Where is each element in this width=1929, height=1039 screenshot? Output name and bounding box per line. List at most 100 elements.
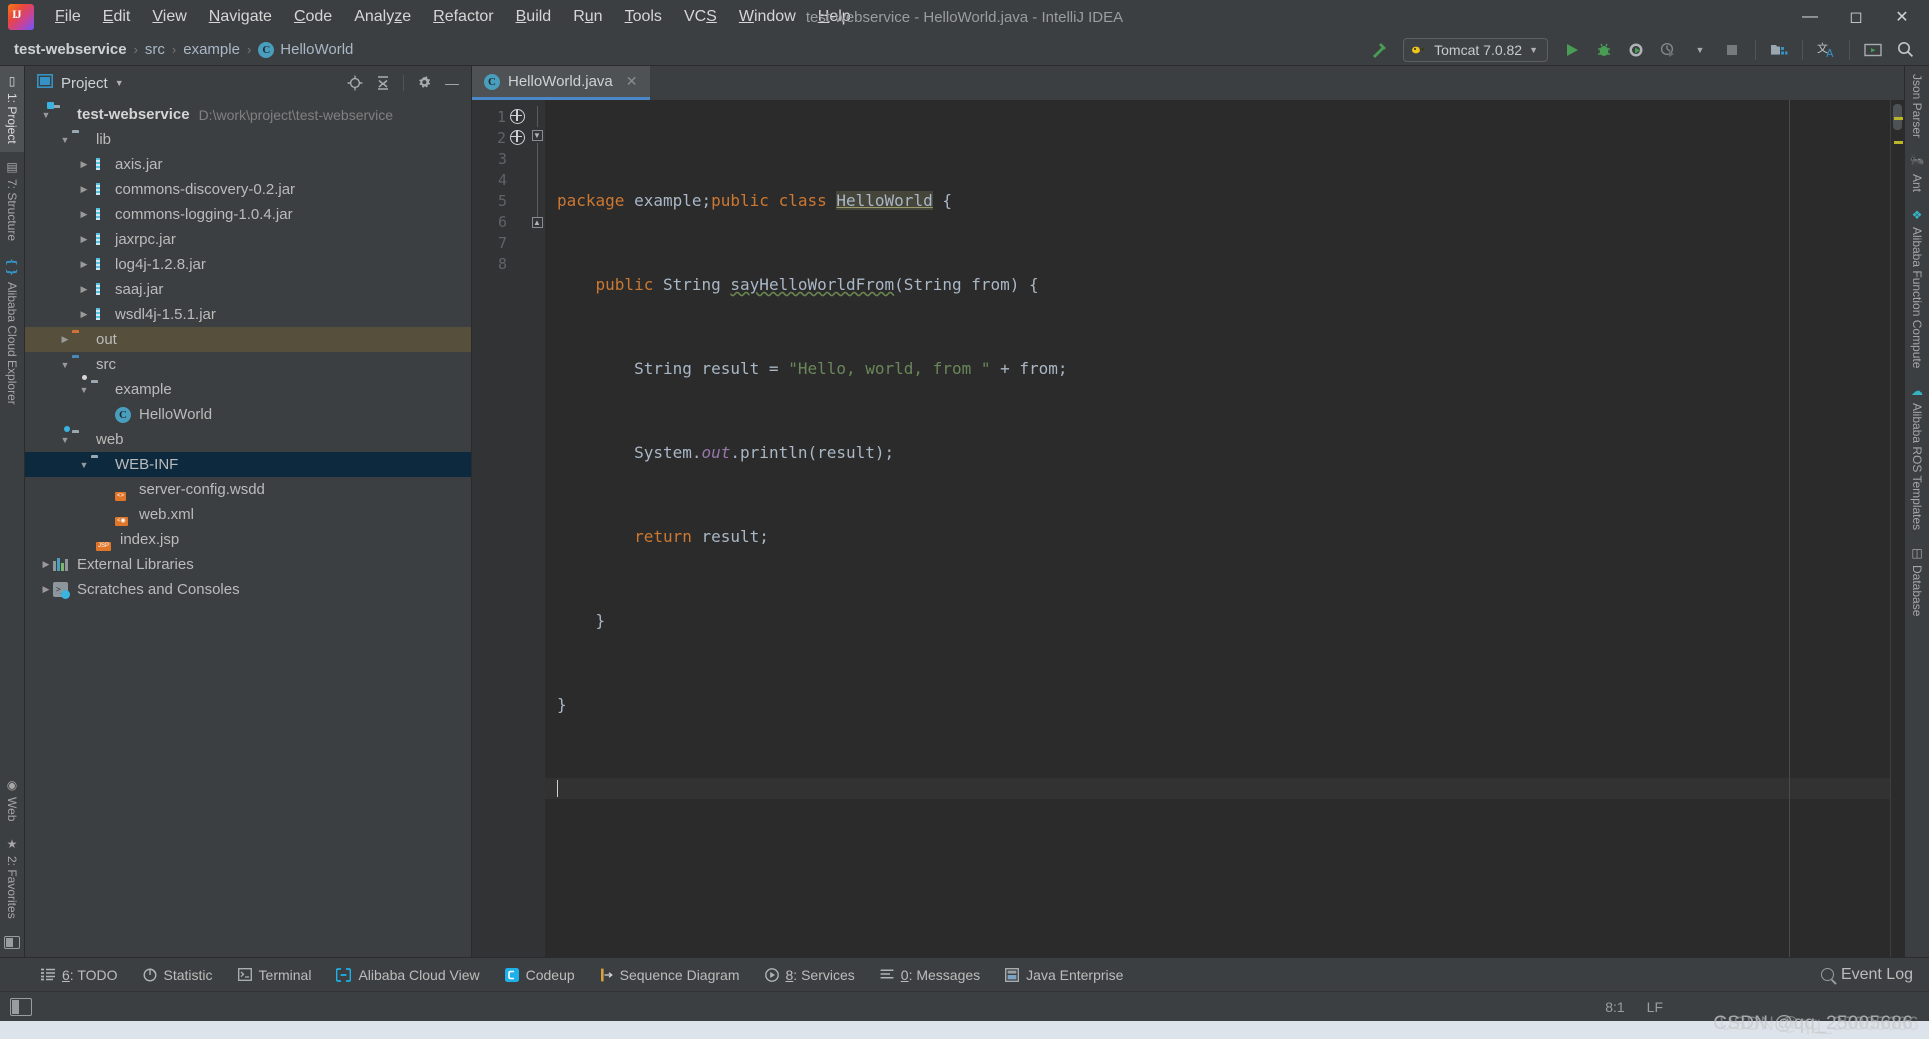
settings-gear-icon[interactable]: [411, 71, 437, 95]
editor-gutter[interactable]: 1 2 3 4 5 6 7 8: [472, 100, 529, 957]
breadcrumb-item-src[interactable]: src: [145, 41, 165, 58]
minimize-button[interactable]: —: [1787, 0, 1833, 34]
menu-item-edit[interactable]: Edit: [92, 5, 142, 29]
debug-icon[interactable]: [1590, 37, 1618, 63]
tree-item-server-config-wsdd[interactable]: <> server-config.wsdd: [25, 477, 471, 502]
sidebar-item-alibaba-ros-templates[interactable]: ☁ Alibaba ROS Templates: [1910, 376, 1924, 538]
expand-arrow-icon[interactable]: ▼: [39, 110, 53, 120]
close-tab-icon[interactable]: ✕: [626, 73, 638, 90]
menu-item-navigate[interactable]: Navigate: [198, 5, 283, 29]
expand-arrow-icon[interactable]: ▶: [39, 559, 53, 570]
tree-item-web-xml[interactable]: <◉ web.xml: [25, 502, 471, 527]
bottom-tab-terminal[interactable]: Terminal: [227, 963, 323, 987]
expand-arrow-icon[interactable]: ▶: [77, 259, 91, 270]
tree-item-index-jsp[interactable]: JSP index.jsp: [25, 527, 471, 552]
sidebar-item-alibaba-cloud-explorer[interactable]: ❴❵ Alibaba Cloud Explorer: [0, 249, 24, 413]
presentation-icon[interactable]: [1859, 37, 1887, 63]
expand-arrow-icon[interactable]: ▶: [77, 284, 91, 295]
run-configuration-selector[interactable]: Tomcat 7.0.82 ▼: [1403, 37, 1548, 62]
expand-arrow-icon[interactable]: ▼: [77, 460, 91, 470]
sidebar-item-ant[interactable]: 🐜 Ant: [1910, 146, 1924, 200]
warning-marker[interactable]: [1894, 117, 1903, 120]
expand-arrow-icon[interactable]: ▶: [39, 584, 53, 595]
sidebar-item-favorites[interactable]: ★ 2: Favorites: [0, 829, 24, 927]
menu-item-refactor[interactable]: Refactor: [422, 5, 504, 29]
web-service-icon[interactable]: [510, 130, 525, 145]
tree-item-wsdl4j-jar[interactable]: ▶ wsdl4j-1.5.1.jar: [25, 302, 471, 327]
bottom-tab-codeup[interactable]: Codeup: [494, 963, 586, 987]
tree-item-commons-discovery-jar[interactable]: ▶ commons-discovery-0.2.jar: [25, 177, 471, 202]
code-editor[interactable]: package example;public class HelloWorld …: [545, 100, 1890, 957]
menu-item-view[interactable]: View: [141, 5, 197, 29]
project-structure-icon[interactable]: [1765, 37, 1793, 63]
hide-panel-icon[interactable]: —: [439, 71, 465, 95]
expand-arrow-icon[interactable]: ▶: [77, 209, 91, 220]
expand-arrow-icon[interactable]: ▶: [77, 159, 91, 170]
expand-arrow-icon[interactable]: ▼: [58, 435, 72, 445]
fold-region-end-icon[interactable]: ▲: [531, 217, 543, 228]
editor-tab-helloworld-java[interactable]: C HelloWorld.java ✕: [472, 66, 650, 100]
editor-marker-scrollbar[interactable]: [1890, 100, 1904, 957]
bottom-tab-statistic[interactable]: Statistic: [132, 963, 224, 987]
tree-item-jaxrpc-jar[interactable]: ▶ jaxrpc.jar: [25, 227, 471, 252]
hammer-build-icon[interactable]: [1365, 37, 1393, 63]
tree-item-example-package[interactable]: ▼ example: [25, 374, 471, 402]
menu-item-tools[interactable]: Tools: [614, 5, 673, 29]
expand-arrow-icon[interactable]: ▶: [58, 334, 72, 345]
tree-item-log4j-jar[interactable]: ▶ log4j-1.2.8.jar: [25, 252, 471, 277]
run-icon[interactable]: [1558, 37, 1586, 63]
profile-icon[interactable]: [1654, 37, 1682, 63]
tree-item-lib[interactable]: ▼ lib: [25, 127, 471, 152]
run-with-coverage-icon[interactable]: [1622, 37, 1650, 63]
sidebar-item-web[interactable]: ◉ Web: [0, 770, 24, 829]
tree-item-web[interactable]: ▼ web: [25, 425, 471, 452]
event-log-button[interactable]: Event Log: [1820, 966, 1929, 984]
locate-file-icon[interactable]: [342, 71, 368, 95]
breadcrumb-item-example[interactable]: example: [183, 41, 240, 58]
stop-icon[interactable]: [1718, 37, 1746, 63]
search-everywhere-icon[interactable]: [1891, 37, 1919, 63]
sidebar-item-json-parser[interactable]: Json Parser: [1910, 66, 1924, 146]
tree-item-web-inf[interactable]: ▼ WEB-INF: [25, 452, 471, 477]
menu-item-vcs[interactable]: VCS: [673, 5, 728, 29]
bottom-tab-services[interactable]: 8: Services: [754, 963, 866, 987]
profile-caret-icon[interactable]: ▼: [1686, 37, 1714, 63]
bottom-tab-sequence-diagram[interactable]: Sequence Diagram: [589, 963, 751, 987]
menu-item-run[interactable]: Run: [562, 5, 613, 29]
expand-arrow-icon[interactable]: ▼: [77, 385, 91, 395]
expand-arrow-icon[interactable]: ▶: [77, 234, 91, 245]
tree-item-saaj-jar[interactable]: ▶ saaj.jar: [25, 277, 471, 302]
project-tree[interactable]: ▼ test-webservice D:\work\project\test-w…: [25, 100, 471, 957]
tree-item-out[interactable]: ▶ out: [25, 327, 471, 352]
expand-arrow-icon[interactable]: ▶: [77, 309, 91, 320]
menu-item-window[interactable]: Window: [728, 5, 807, 29]
maximize-button[interactable]: ◻: [1833, 0, 1879, 34]
fold-region-start-icon[interactable]: ▼: [531, 130, 543, 141]
sidebar-item-structure[interactable]: ▤ 7: Structure: [0, 152, 24, 249]
sidebar-item-alibaba-function-compute[interactable]: ❖ Alibaba Function Compute: [1910, 200, 1924, 376]
expand-arrow-icon[interactable]: ▼: [58, 135, 72, 145]
breadcrumb-item-project[interactable]: test-webservice: [14, 41, 127, 58]
sidebar-item-database[interactable]: ◫ Database: [1910, 538, 1924, 624]
menu-item-file[interactable]: File: [44, 5, 92, 29]
bottom-tab-messages[interactable]: 0: Messages: [869, 963, 991, 987]
web-service-icon[interactable]: [510, 109, 525, 124]
collapse-all-icon[interactable]: [370, 71, 396, 95]
translate-icon[interactable]: 文A: [1812, 37, 1840, 63]
warning-marker[interactable]: [1894, 141, 1903, 144]
bottom-tab-todo[interactable]: 6: TODO: [30, 963, 129, 987]
close-button[interactable]: ✕: [1879, 0, 1925, 34]
menu-item-code[interactable]: Code: [283, 5, 343, 29]
chevron-down-icon[interactable]: ▼: [115, 78, 124, 88]
expand-arrow-icon[interactable]: ▶: [77, 184, 91, 195]
caret-position[interactable]: 8:1: [1605, 999, 1624, 1015]
tree-item-commons-logging-jar[interactable]: ▶ commons-logging-1.0.4.jar: [25, 202, 471, 227]
line-separator[interactable]: LF: [1647, 999, 1663, 1015]
sidebar-item-project[interactable]: ▯ 1: Project: [0, 66, 24, 152]
bottom-tab-java-enterprise[interactable]: Java Enterprise: [994, 963, 1134, 987]
expand-arrow-icon[interactable]: ▼: [58, 360, 72, 370]
stripe-bottom-toggle[interactable]: [0, 927, 24, 957]
menu-item-analyze[interactable]: Analyze: [343, 5, 422, 29]
breadcrumb-item-class[interactable]: C HelloWorld: [258, 41, 353, 58]
bottom-tab-alibaba-cloud-view[interactable]: Alibaba Cloud View: [325, 963, 490, 987]
